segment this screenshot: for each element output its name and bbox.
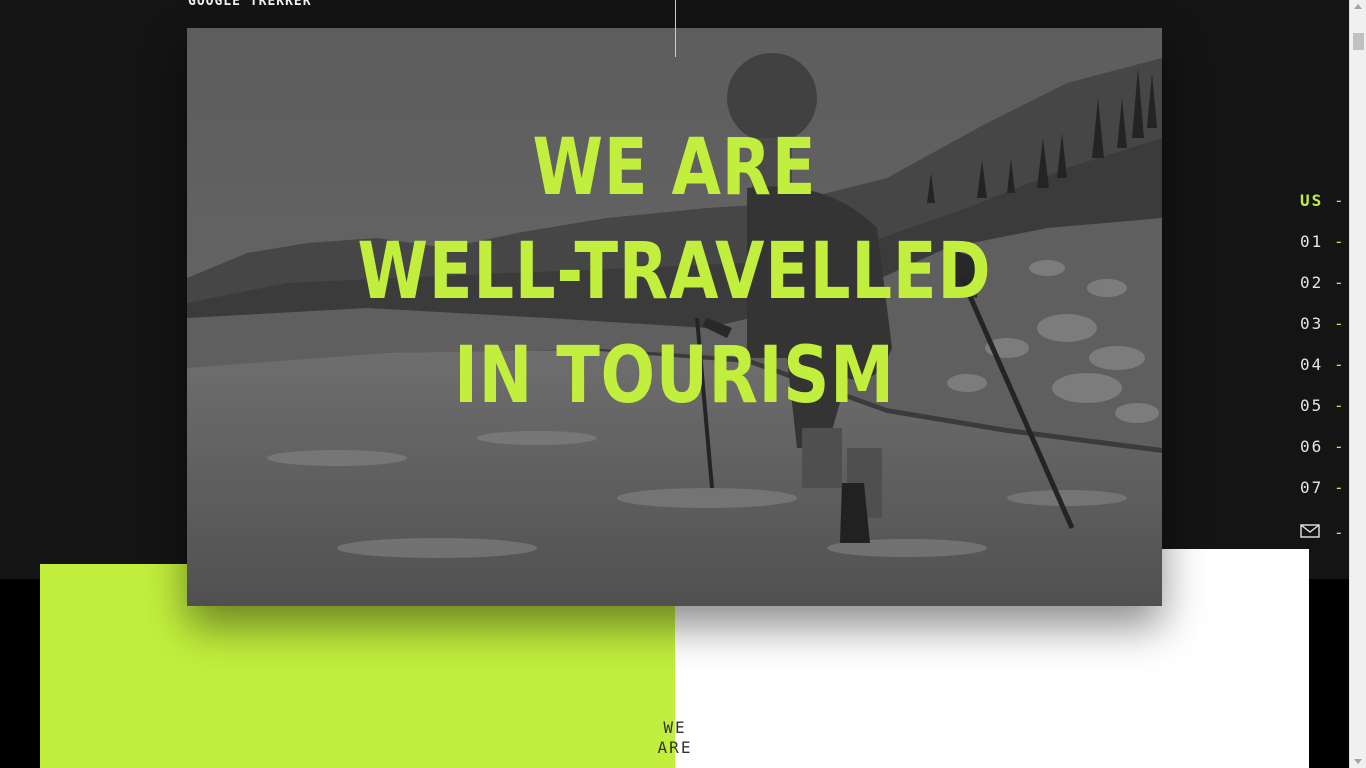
- nav-dash: -: [1334, 191, 1346, 210]
- nav-dash: -: [1334, 523, 1346, 542]
- we-are-line-1: WE: [663, 718, 687, 737]
- headline-line-1: WE ARE: [532, 123, 817, 213]
- nav-item-contact[interactable]: -: [1296, 512, 1346, 553]
- nav-item-us[interactable]: US -: [1296, 180, 1346, 221]
- headline-line-2: WELL-TRAVELLED: [357, 227, 992, 317]
- we-are-line-2: ARE: [657, 738, 693, 757]
- hero-image: WE ARE WELL-TRAVELLED IN TOURISM: [187, 28, 1162, 606]
- envelope-icon: [1296, 523, 1334, 542]
- scroll-down-arrow-icon[interactable]: [1354, 759, 1362, 764]
- nav-item-label: 03: [1300, 314, 1324, 333]
- nav-dash: -: [1334, 273, 1346, 292]
- nav-item-01[interactable]: 01 -: [1296, 221, 1346, 262]
- nav-dash: -: [1334, 232, 1346, 251]
- nav-dash: -: [1334, 478, 1346, 497]
- nav-item-05[interactable]: 05 -: [1296, 385, 1346, 426]
- nav-dash: -: [1334, 437, 1346, 456]
- divider-line: [675, 0, 676, 57]
- scroll-thumb[interactable]: [1353, 33, 1364, 50]
- section-nav: US - 01 - 02 - 03 - 04 - 05 - 06 - 07 -: [1296, 180, 1346, 553]
- nav-item-label: 05: [1300, 396, 1324, 415]
- nav-item-label: 07: [1300, 478, 1324, 497]
- nav-dash: -: [1334, 396, 1346, 415]
- nav-item-03[interactable]: 03 -: [1296, 303, 1346, 344]
- we-are-label: WE ARE: [640, 718, 710, 758]
- headline-line-3: IN TOURISM: [454, 331, 895, 421]
- nav-item-label: 06: [1300, 437, 1324, 456]
- nav-item-label: 01: [1300, 232, 1324, 251]
- nav-item-label: US: [1300, 191, 1324, 210]
- nav-item-label: 04: [1300, 355, 1324, 374]
- hero-headline: WE ARE WELL-TRAVELLED IN TOURISM: [275, 116, 1075, 428]
- nav-item-02[interactable]: 02 -: [1296, 262, 1346, 303]
- section-caption: GOOGLE TREKKER: [188, 0, 312, 9]
- scroll-up-arrow-icon[interactable]: [1354, 4, 1362, 9]
- nav-item-label: 02: [1300, 273, 1324, 292]
- nav-dash: -: [1334, 314, 1346, 333]
- nav-item-04[interactable]: 04 -: [1296, 344, 1346, 385]
- page: GOOGLE TREKKER WE ARE WE ARE WELL-TRAVEL…: [0, 0, 1366, 768]
- nav-item-07[interactable]: 07 -: [1296, 467, 1346, 508]
- nav-dash: -: [1334, 355, 1346, 374]
- vertical-scrollbar[interactable]: [1349, 0, 1366, 768]
- nav-item-06[interactable]: 06 -: [1296, 426, 1346, 467]
